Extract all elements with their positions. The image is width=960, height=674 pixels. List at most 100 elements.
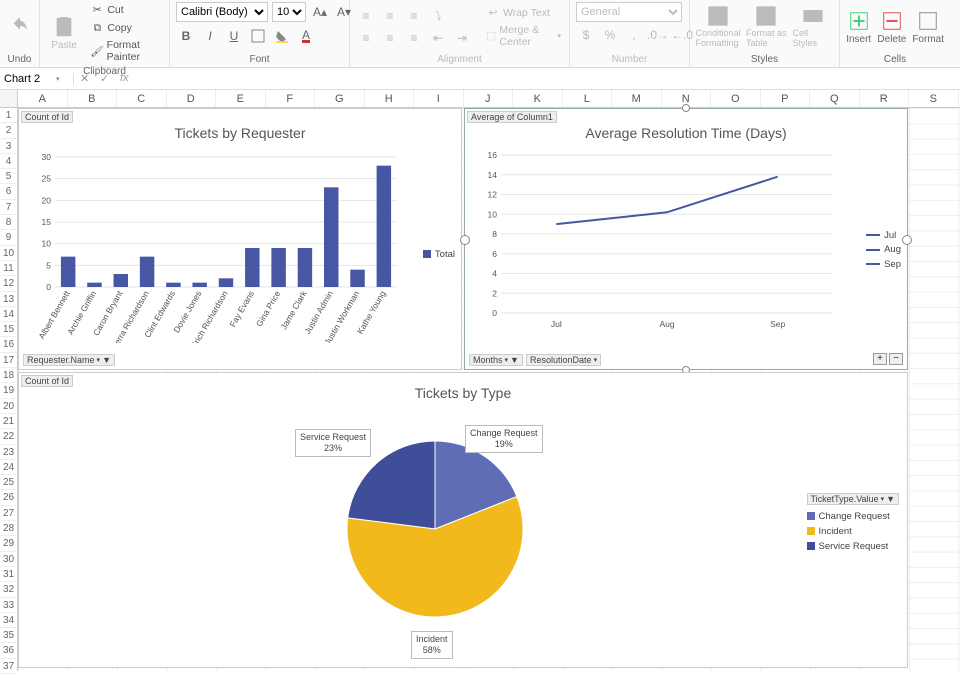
row-header[interactable]: 19 xyxy=(0,383,17,398)
row-header[interactable]: 37 xyxy=(0,659,17,674)
row-header[interactable]: 23 xyxy=(0,445,17,460)
row-header[interactable]: 22 xyxy=(0,429,17,444)
format-button[interactable]: Format xyxy=(912,3,944,51)
font-name-select[interactable]: Calibri (Body) xyxy=(176,2,268,22)
worksheet[interactable]: 1234567891011121314151617181920212223242… xyxy=(0,108,960,671)
row-header[interactable]: 14 xyxy=(0,307,17,322)
row-header[interactable]: 8 xyxy=(0,215,17,230)
row-header[interactable]: 21 xyxy=(0,414,17,429)
column-header[interactable]: M xyxy=(612,90,662,107)
column-header[interactable]: H xyxy=(365,90,415,107)
copy-button[interactable]: ⧉Copy xyxy=(88,20,163,36)
pivot-months-field-button[interactable]: Months▾▼ xyxy=(469,354,523,366)
chart-zoom-in-button[interactable]: + xyxy=(873,353,887,365)
row-header[interactable]: 13 xyxy=(0,292,17,307)
column-header[interactable]: B xyxy=(68,90,118,107)
undo-button[interactable] xyxy=(6,3,33,51)
row-header[interactable]: 15 xyxy=(0,322,17,337)
row-header[interactable]: 12 xyxy=(0,276,17,291)
column-header[interactable]: L xyxy=(563,90,613,107)
row-header[interactable]: 25 xyxy=(0,475,17,490)
align-right-button[interactable]: ≡ xyxy=(404,28,424,48)
underline-button[interactable]: U xyxy=(224,26,244,46)
merge-center-button[interactable]: ⬚Merge & Center ▾ xyxy=(484,23,563,49)
bold-button[interactable]: B xyxy=(176,26,196,46)
align-middle-button[interactable]: ≡ xyxy=(380,6,400,26)
delete-button[interactable]: Delete xyxy=(877,3,906,51)
row-header[interactable]: 30 xyxy=(0,552,17,567)
row-header[interactable]: 29 xyxy=(0,536,17,551)
column-header[interactable]: J xyxy=(464,90,514,107)
row-header[interactable]: 4 xyxy=(0,154,17,169)
format-as-table-button[interactable]: Format as Table xyxy=(746,3,787,51)
increase-font-button[interactable]: A▴ xyxy=(310,2,330,22)
increase-indent-button[interactable]: ⇥ xyxy=(452,28,472,48)
font-size-select[interactable]: 10 xyxy=(272,2,306,22)
row-header[interactable]: 20 xyxy=(0,399,17,414)
font-color-button[interactable]: A xyxy=(296,26,316,46)
row-header[interactable]: 10 xyxy=(0,246,17,261)
chart-tickets-by-requester[interactable]: Count of Id Tickets by Requester 0510152… xyxy=(18,108,462,370)
row-header[interactable]: 28 xyxy=(0,521,17,536)
column-header[interactable]: A xyxy=(18,90,68,107)
column-header[interactable]: C xyxy=(117,90,167,107)
accounting-button[interactable]: $ xyxy=(576,25,596,45)
align-left-button[interactable]: ≡ xyxy=(356,28,376,48)
row-header[interactable]: 34 xyxy=(0,613,17,628)
name-box-input[interactable] xyxy=(4,73,56,85)
row-header[interactable]: 18 xyxy=(0,368,17,383)
column-header[interactable]: O xyxy=(711,90,761,107)
orientation-button[interactable]: ⭝ xyxy=(428,6,448,26)
paste-button[interactable]: Paste xyxy=(46,9,82,57)
pivot-resolutiondate-field-button[interactable]: ResolutionDate▾ xyxy=(526,354,601,366)
column-header[interactable]: P xyxy=(761,90,811,107)
decrease-decimal-button[interactable]: ←.0 xyxy=(672,25,692,45)
row-header[interactable]: 35 xyxy=(0,628,17,643)
cut-button[interactable]: ✂Cut xyxy=(88,2,163,18)
number-format-select[interactable]: General xyxy=(576,2,682,22)
increase-decimal-button[interactable]: .0→ xyxy=(648,25,668,45)
row-header[interactable]: 33 xyxy=(0,598,17,613)
pivot-tickettype-field-button[interactable]: TicketType.Value▾▼ xyxy=(807,493,899,505)
chart-tickets-by-type[interactable]: Count of Id Tickets by Type Service Requ… xyxy=(18,372,908,668)
chart-zoom-out-button[interactable]: − xyxy=(889,353,903,365)
row-header[interactable]: 24 xyxy=(0,460,17,475)
row-header[interactable]: 6 xyxy=(0,184,17,199)
percent-button[interactable]: % xyxy=(600,25,620,45)
row-header[interactable]: 27 xyxy=(0,506,17,521)
fill-color-button[interactable] xyxy=(272,26,292,46)
row-header[interactable]: 11 xyxy=(0,261,17,276)
cell-styles-button[interactable]: Cell Styles xyxy=(793,3,834,51)
column-header[interactable]: E xyxy=(216,90,266,107)
fx-icon[interactable]: fx xyxy=(120,72,134,86)
row-header[interactable]: 17 xyxy=(0,353,17,368)
cell-grid[interactable]: Count of Id Tickets by Requester 0510152… xyxy=(18,108,960,671)
cancel-formula-icon[interactable]: ✕ xyxy=(80,72,94,86)
row-header[interactable]: 5 xyxy=(0,169,17,184)
insert-button[interactable]: Insert xyxy=(846,3,871,51)
row-header[interactable]: 9 xyxy=(0,230,17,245)
column-header[interactable]: F xyxy=(266,90,316,107)
name-box[interactable]: ▾ xyxy=(0,73,74,85)
align-bottom-button[interactable]: ≡ xyxy=(404,6,424,26)
row-header[interactable]: 16 xyxy=(0,337,17,352)
row-header[interactable]: 1 xyxy=(0,108,17,123)
align-center-button[interactable]: ≡ xyxy=(380,28,400,48)
enter-formula-icon[interactable]: ✓ xyxy=(100,72,114,86)
borders-button[interactable] xyxy=(248,26,268,46)
pivot-axis-field-button[interactable]: Requester.Name▾▼ xyxy=(23,354,115,366)
italic-button[interactable]: I xyxy=(200,26,220,46)
row-header[interactable]: 2 xyxy=(0,123,17,138)
row-header[interactable]: 3 xyxy=(0,139,17,154)
column-header[interactable]: S xyxy=(909,90,959,107)
column-header[interactable]: K xyxy=(513,90,563,107)
column-header[interactable]: Q xyxy=(810,90,860,107)
column-header[interactable]: G xyxy=(315,90,365,107)
decrease-indent-button[interactable]: ⇤ xyxy=(428,28,448,48)
row-header[interactable]: 36 xyxy=(0,643,17,658)
column-header[interactable]: I xyxy=(414,90,464,107)
format-painter-button[interactable]: 🖌Format Painter xyxy=(88,38,163,64)
wrap-text-button[interactable]: ↩Wrap Text xyxy=(484,5,563,21)
row-header[interactable]: 26 xyxy=(0,490,17,505)
row-header[interactable]: 7 xyxy=(0,200,17,215)
